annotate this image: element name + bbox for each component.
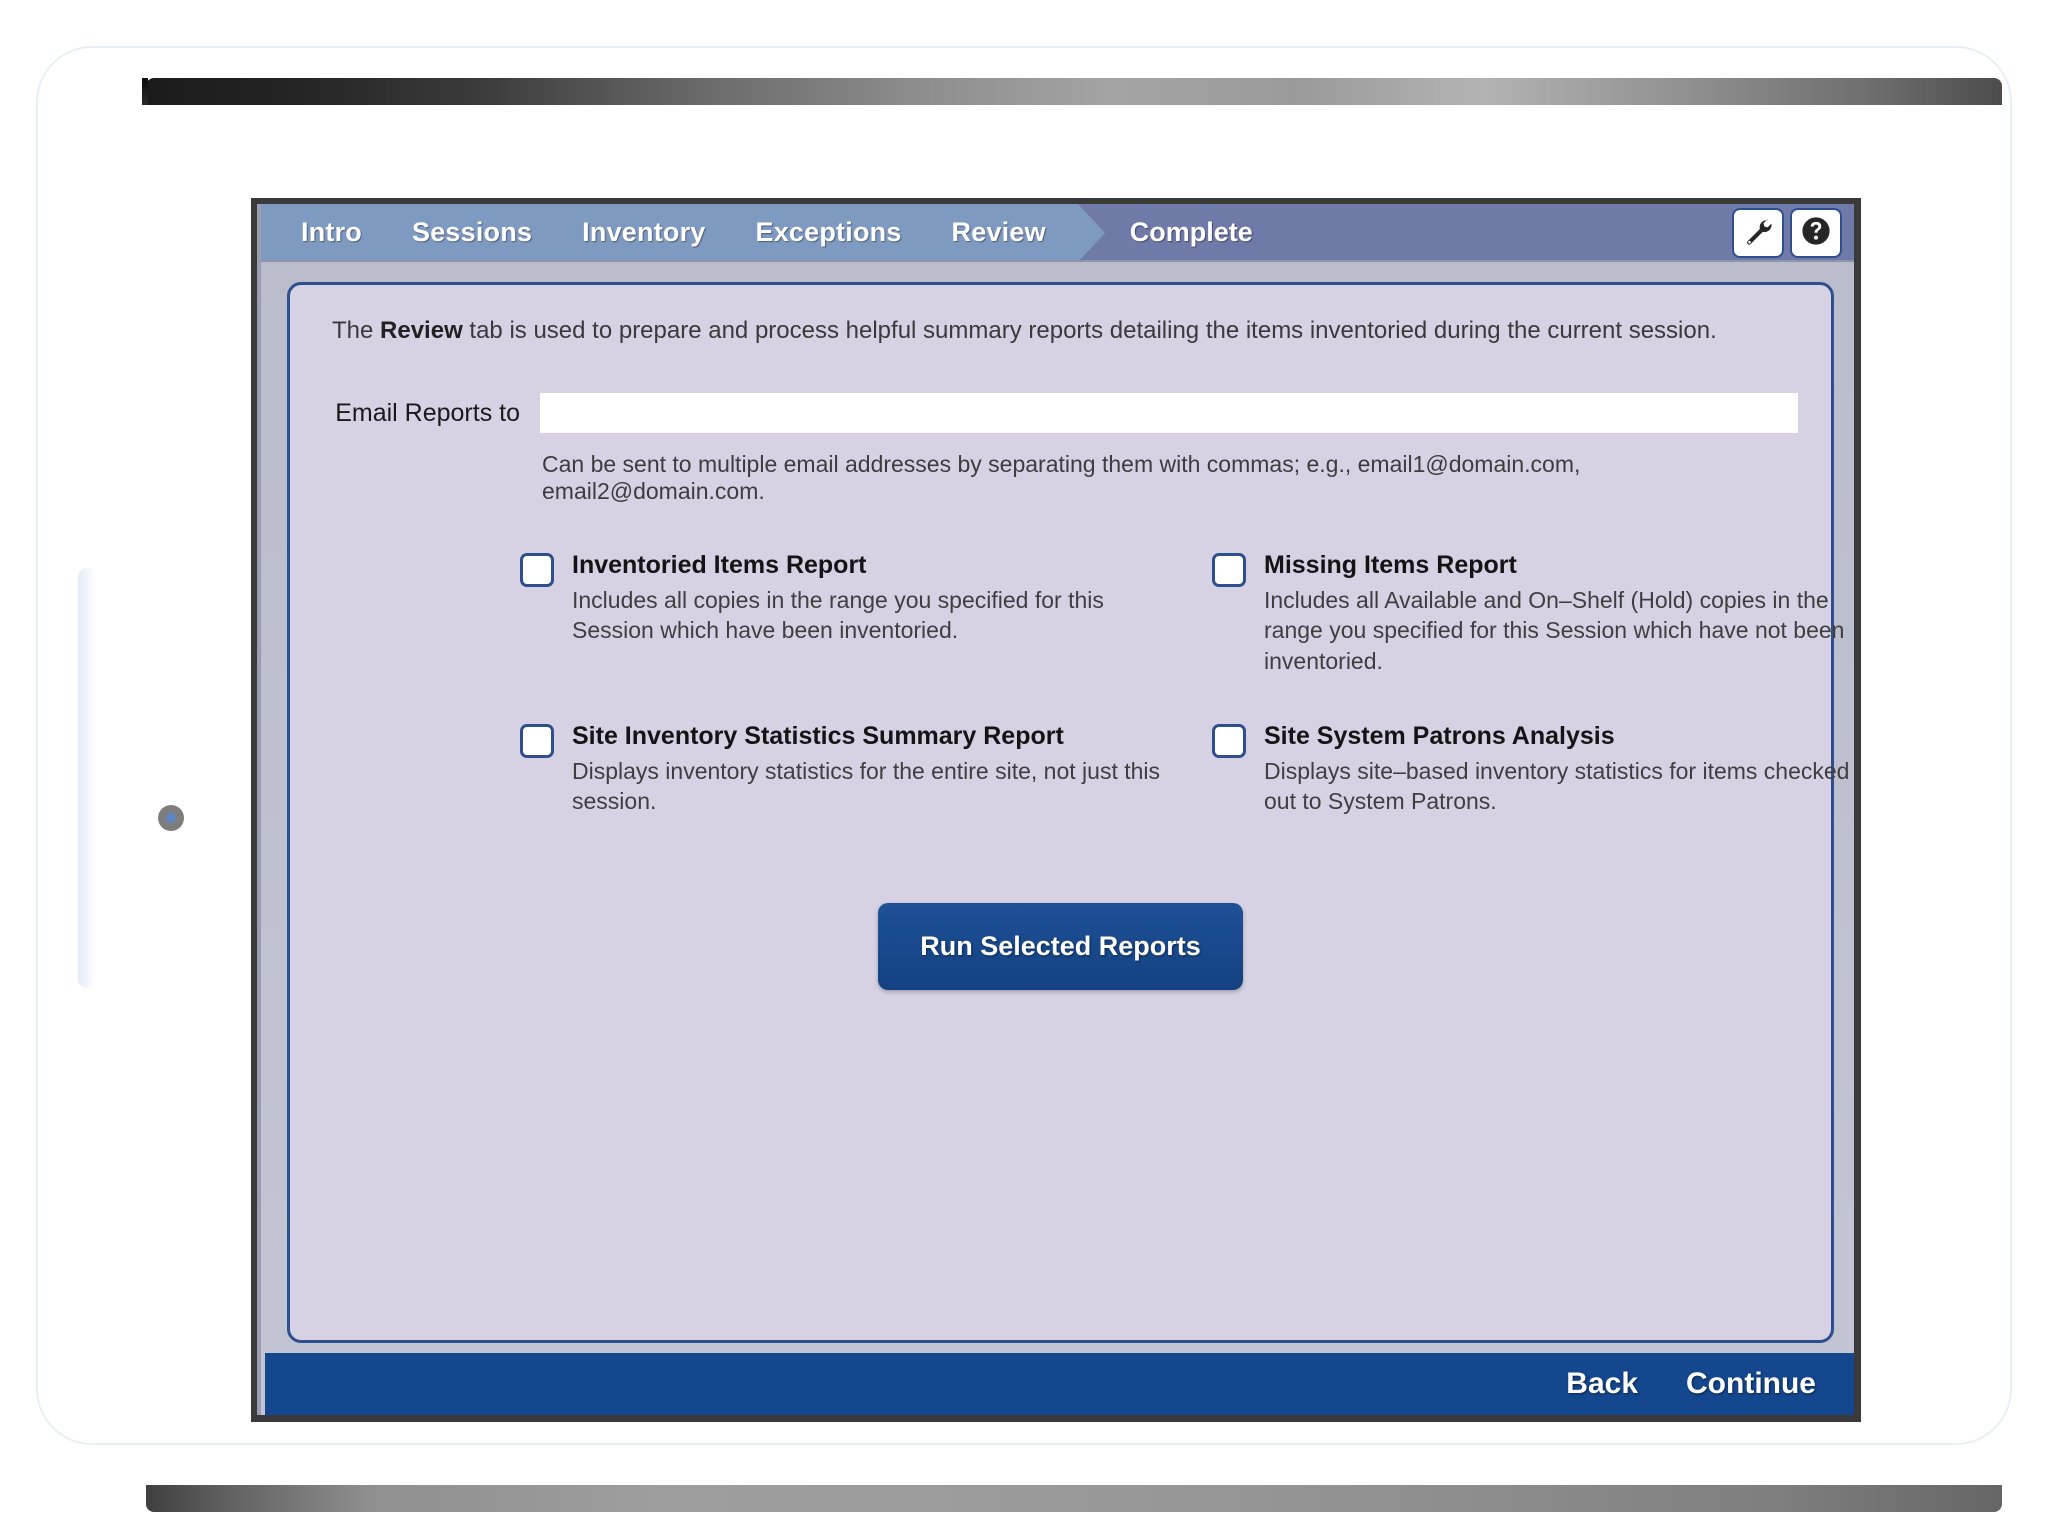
report-desc-site-inventory-statistics: Displays inventory statistics for the en… <box>572 757 1161 815</box>
tabbar-action-group <box>1732 208 1842 258</box>
report-title-missing-items: Missing Items Report <box>1264 551 1517 579</box>
email-reports-row: Email Reports to <box>320 393 1801 433</box>
report-desc-site-system-patrons: Displays site–based inventory statistics… <box>1264 757 1850 815</box>
report-option-inventoried-items[interactable]: Inventoried Items Report Includes all co… <box>520 551 1180 676</box>
help-circle-icon <box>1800 215 1832 252</box>
tab-inventory[interactable]: Inventory <box>582 217 705 248</box>
tab-intro[interactable]: Intro <box>301 217 362 248</box>
device-camera-icon <box>158 805 184 831</box>
report-title-inventoried-items: Inventoried Items Report <box>572 551 867 579</box>
report-option-missing-items[interactable]: Missing Items Report Includes all Availa… <box>1212 551 1872 676</box>
report-option-site-system-patrons[interactable]: Site System Patrons Analysis Displays si… <box>1212 722 1872 817</box>
email-reports-input[interactable] <box>540 393 1798 433</box>
tablet-device-frame: Intro Sessions Inventory Exceptions Revi… <box>38 48 2010 1512</box>
checkbox-missing-items[interactable] <box>1212 553 1246 587</box>
report-desc-inventoried-items: Includes all copies in the range you spe… <box>572 586 1104 644</box>
report-options-grid: Inventoried Items Report Includes all co… <box>520 551 1849 817</box>
application-window-inner: Intro Sessions Inventory Exceptions Revi… <box>257 204 1854 1415</box>
settings-tool-button[interactable] <box>1732 208 1784 258</box>
checkbox-site-system-patrons[interactable] <box>1212 724 1246 759</box>
report-option-site-inventory-statistics[interactable]: Site Inventory Statistics Summary Report… <box>520 722 1180 817</box>
back-button[interactable]: Back <box>1566 1367 1638 1401</box>
report-title-site-system-patrons: Site System Patrons Analysis <box>1264 722 1615 751</box>
intro-description: The Review tab is used to prepare and pr… <box>332 317 1801 345</box>
intro-prefix: The <box>332 317 381 344</box>
intro-suffix: tab is used to prepare and process helpf… <box>462 317 1717 344</box>
tab-exceptions[interactable]: Exceptions <box>756 217 902 248</box>
run-selected-reports-button[interactable]: Run Selected Reports <box>878 902 1243 990</box>
device-top-bezel-band <box>142 78 2002 105</box>
intro-bold-tab-name: Review <box>380 317 463 344</box>
wizard-tab-bar: Intro Sessions Inventory Exceptions Revi… <box>261 204 1854 262</box>
email-reports-hint: Can be sent to multiple email addresses … <box>542 451 1581 504</box>
continue-button[interactable]: Continue <box>1686 1367 1816 1401</box>
run-reports-button-container: Run Selected Reports <box>320 902 1801 990</box>
wizard-footer-bar: Back Continue <box>265 1353 1854 1415</box>
tab-review[interactable]: Review <box>952 217 1046 248</box>
report-title-site-inventory-statistics: Site Inventory Statistics Summary Report <box>572 722 1064 751</box>
device-bottom-bezel-band <box>146 1485 2002 1512</box>
application-window: Intro Sessions Inventory Exceptions Revi… <box>251 198 1861 1422</box>
email-reports-label: Email Reports to <box>335 398 520 427</box>
report-desc-missing-items: Includes all Available and On–Shelf (Hol… <box>1264 586 1845 674</box>
help-button[interactable] <box>1790 208 1842 258</box>
wizard-tab-group-completed: Intro Sessions Inventory Exceptions Revi… <box>261 204 1105 262</box>
device-left-edge-highlight <box>78 568 96 988</box>
tab-complete[interactable]: Complete <box>1130 217 1253 248</box>
tab-sessions[interactable]: Sessions <box>412 217 532 248</box>
checkbox-inventoried-items[interactable] <box>520 553 554 587</box>
wrench-icon <box>1743 216 1773 251</box>
checkbox-site-inventory-statistics[interactable] <box>520 724 554 759</box>
review-content-panel: The Review tab is used to prepare and pr… <box>287 282 1849 1343</box>
